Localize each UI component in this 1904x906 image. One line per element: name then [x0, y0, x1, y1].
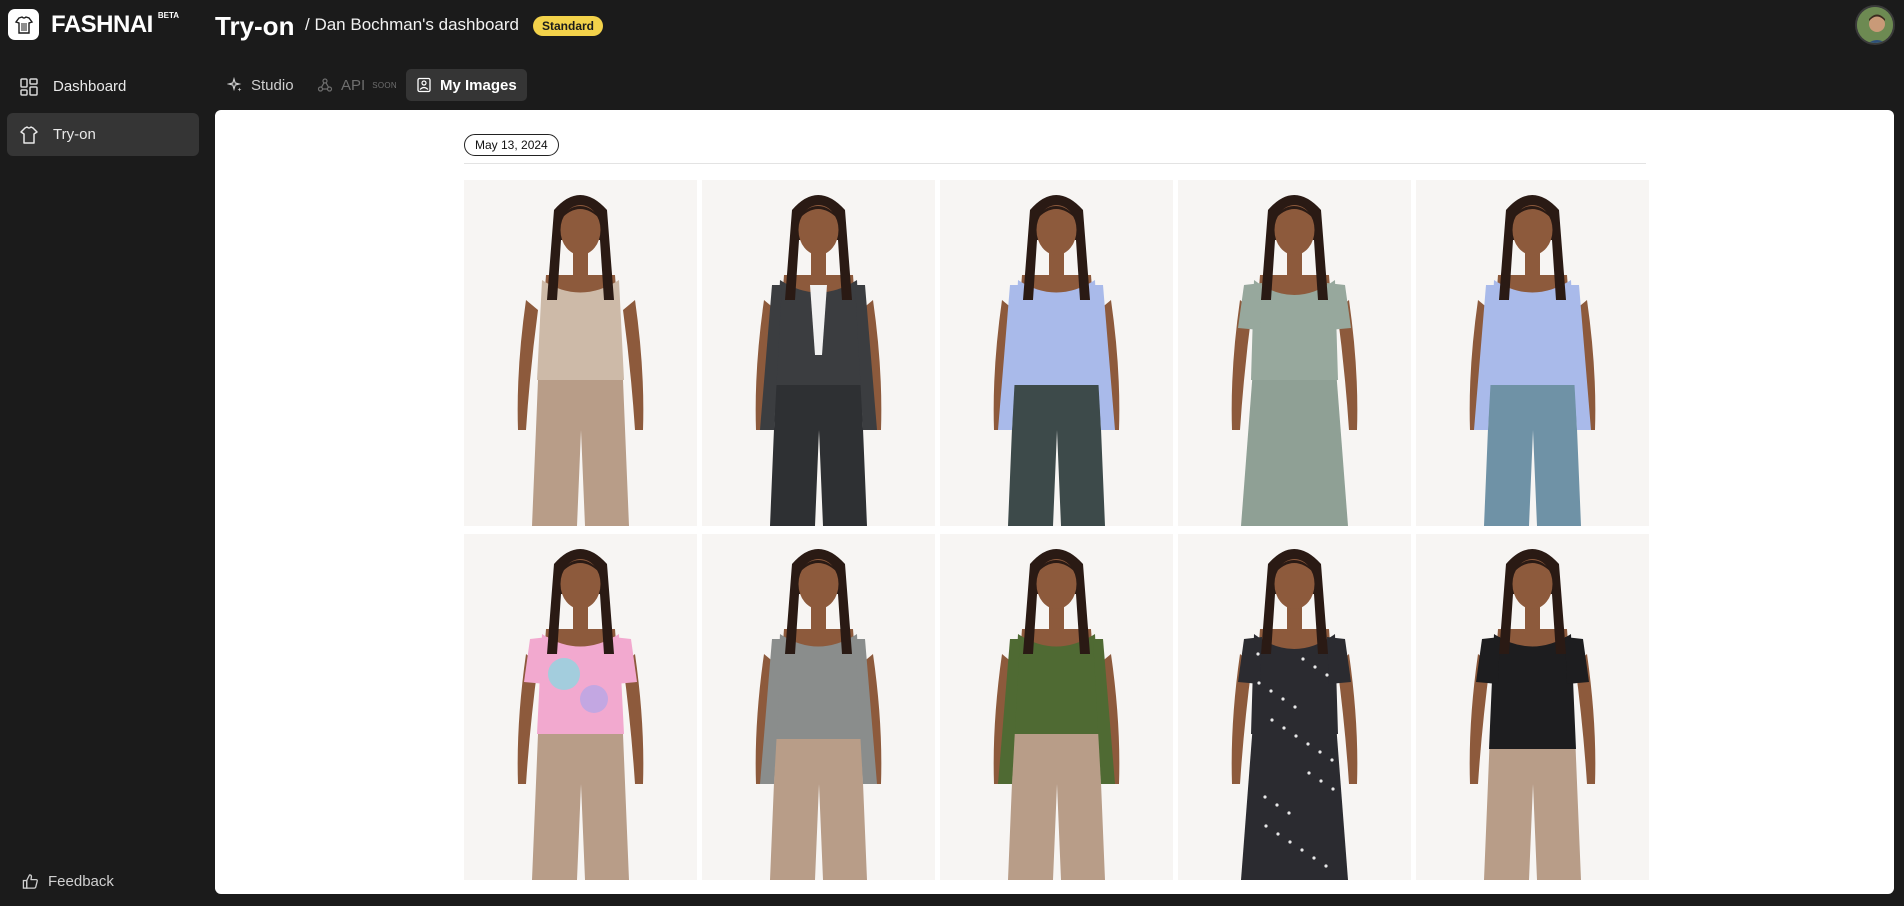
- sidebar-item-try-on[interactable]: Try-on: [7, 113, 199, 156]
- gallery-image-tile[interactable]: [464, 180, 697, 526]
- shirt-icon: [20, 125, 38, 144]
- gallery-image-tile[interactable]: [1178, 180, 1411, 526]
- try-on-result-image: [940, 180, 1173, 526]
- tab-my-images[interactable]: My Images: [406, 69, 527, 101]
- fashn-logo-icon: [8, 9, 39, 40]
- tab-label: Studio: [251, 76, 294, 94]
- try-on-result-image: [464, 180, 697, 526]
- user-avatar[interactable]: [1855, 5, 1895, 45]
- try-on-result-image: [702, 180, 935, 526]
- image-gallery-grid: [464, 180, 1651, 880]
- page-title: Try-on: [215, 11, 295, 41]
- gallery-image-tile[interactable]: [940, 180, 1173, 526]
- breadcrumb: / Dan Bochman's dashboard: [305, 15, 519, 34]
- tab-studio[interactable]: Studio: [217, 69, 304, 101]
- tab-label: My Images: [440, 76, 517, 94]
- gallery-image-tile[interactable]: [702, 180, 935, 526]
- brand-logo[interactable]: FASHNAI BETA: [8, 9, 179, 40]
- date-group-chip: May 13, 2024: [464, 134, 559, 156]
- tab-api[interactable]: API SOON: [307, 69, 407, 101]
- sparkles-icon: [227, 77, 242, 92]
- thumbs-up-icon: [22, 874, 38, 889]
- try-on-result-image: [1178, 534, 1411, 880]
- plan-badge: Standard: [533, 16, 604, 36]
- try-on-result-image: [464, 534, 697, 880]
- api-nodes-icon: [317, 78, 333, 92]
- feedback-link[interactable]: Feedback: [22, 873, 114, 890]
- app-window: FASHNAI BETA Try-on / Dan Bochman's dash…: [0, 0, 1904, 906]
- try-on-result-image: [1416, 534, 1649, 880]
- avatar-photo-icon: [1857, 7, 1893, 43]
- gallery-image-tile[interactable]: [1416, 534, 1649, 880]
- sidebar-item-dashboard[interactable]: Dashboard: [7, 65, 199, 108]
- image-gallery-icon: [417, 77, 431, 93]
- gallery-image-tile[interactable]: [1416, 180, 1649, 526]
- brand-name: FASHNAI: [51, 10, 153, 38]
- sidebar-item-label: Dashboard: [53, 78, 127, 95]
- gallery-image-tile[interactable]: [702, 534, 935, 880]
- tab-label: API: [341, 76, 366, 94]
- dashboard-grid-icon: [20, 77, 38, 96]
- try-on-result-image: [1416, 180, 1649, 526]
- gallery-image-tile[interactable]: [940, 534, 1173, 880]
- try-on-result-image: [940, 534, 1173, 880]
- try-on-result-image: [702, 534, 935, 880]
- gallery-image-tile[interactable]: [1178, 534, 1411, 880]
- try-on-result-image: [1178, 180, 1411, 526]
- date-divider: [464, 163, 1646, 164]
- sidebar-item-label: Try-on: [53, 126, 96, 143]
- gallery-image-tile[interactable]: [464, 534, 697, 880]
- soon-tag: SOON: [372, 80, 397, 90]
- beta-label: BETA: [157, 11, 180, 20]
- feedback-label: Feedback: [48, 873, 114, 890]
